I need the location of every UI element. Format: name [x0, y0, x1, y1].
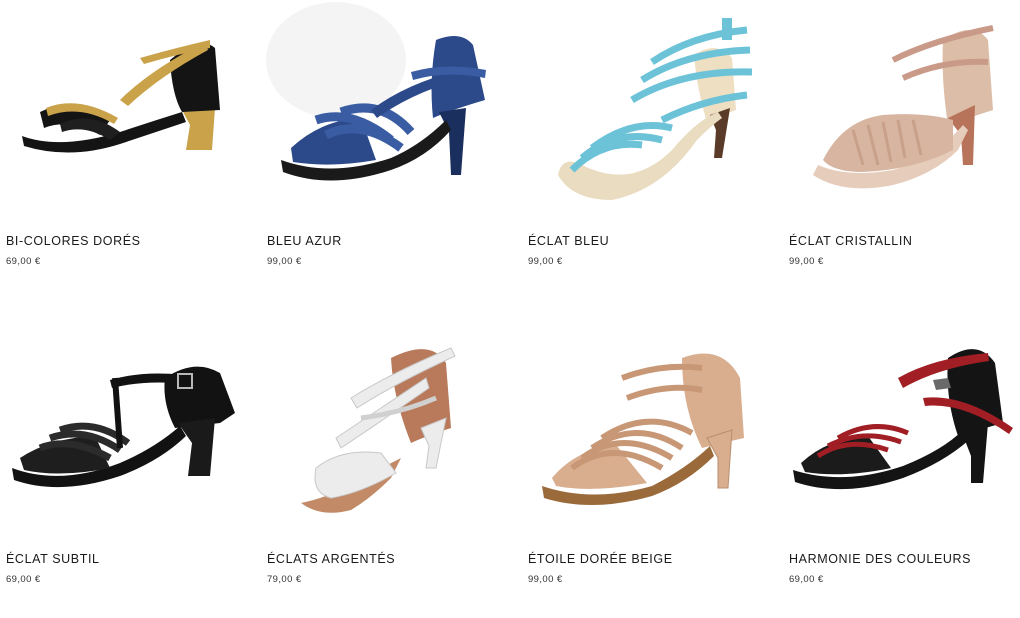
black-gold-sandal-icon	[22, 40, 220, 153]
product-name[interactable]: BI-COLORES DORÉS	[6, 234, 141, 248]
product-name[interactable]: HARMONIE DES COULEURS	[789, 552, 971, 566]
product-price: 99,00 €	[528, 256, 563, 267]
product-card[interactable]: ÉCLAT BLEU 99,00 €	[522, 0, 777, 300]
product-price: 99,00 €	[789, 256, 824, 267]
black-red-sandal-icon	[793, 349, 1013, 490]
product-name[interactable]: ÉCLAT SUBTIL	[6, 552, 100, 566]
product-image[interactable]	[783, 318, 1020, 538]
nude-crystal-sandal-icon	[813, 25, 994, 189]
product-image[interactable]	[522, 318, 777, 538]
product-image[interactable]	[0, 0, 255, 220]
product-card[interactable]: ÉCLAT CRISTALLIN 99,00 €	[783, 0, 1020, 300]
product-name[interactable]: BLEU AZUR	[267, 234, 342, 248]
product-card[interactable]: HARMONIE DES COULEURS 69,00 €	[783, 318, 1020, 618]
product-name[interactable]: ÉCLATS ARGENTÉS	[267, 552, 395, 566]
blue-sparkle-sandal-icon	[558, 18, 753, 200]
blue-denim-sandal-icon	[266, 2, 486, 181]
beige-gold-sandal-icon	[542, 353, 744, 506]
product-name[interactable]: ÉTOILE DORÉE BEIGE	[528, 552, 673, 566]
product-price: 79,00 €	[267, 574, 302, 585]
product-grid: BI-COLORES DORÉS 69,00 € BLEU AZUR 99,00…	[0, 0, 1020, 600]
product-card[interactable]: ÉCLATS ARGENTÉS 79,00 €	[261, 318, 516, 618]
product-name[interactable]: ÉCLAT BLEU	[528, 234, 609, 248]
product-card[interactable]: ÉCLAT SUBTIL 69,00 €	[0, 318, 255, 618]
product-name[interactable]: ÉCLAT CRISTALLIN	[789, 234, 913, 248]
product-price: 69,00 €	[789, 574, 824, 585]
black-satin-sandal-icon	[12, 366, 235, 488]
product-card[interactable]: BI-COLORES DORÉS 69,00 €	[0, 0, 255, 300]
product-price: 69,00 €	[6, 256, 41, 267]
product-card[interactable]: ÉTOILE DORÉE BEIGE 99,00 €	[522, 318, 777, 618]
product-image[interactable]	[522, 0, 777, 220]
product-price: 99,00 €	[267, 256, 302, 267]
product-image[interactable]	[0, 318, 255, 538]
product-card[interactable]: BLEU AZUR 99,00 €	[261, 0, 516, 300]
product-image[interactable]	[783, 0, 1020, 220]
product-image[interactable]	[261, 318, 516, 538]
silver-white-sandal-icon	[301, 347, 456, 513]
product-price: 69,00 €	[6, 574, 41, 585]
product-price: 99,00 €	[528, 574, 563, 585]
product-image[interactable]	[261, 0, 516, 220]
